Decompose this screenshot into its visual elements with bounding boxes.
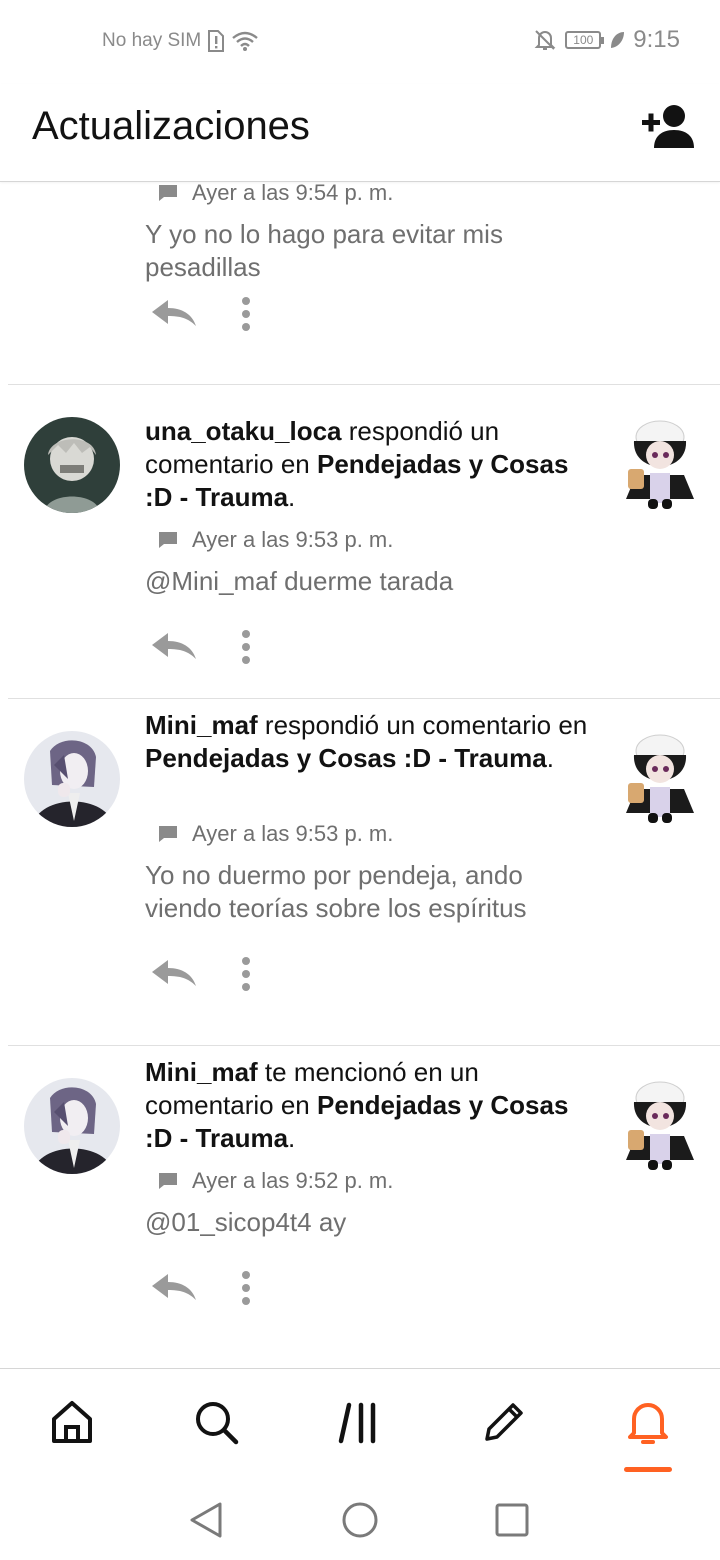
action-text: respondió un comentario en (257, 710, 588, 740)
notification-meta: Ayer a las 9:53 p. m. (158, 821, 393, 847)
notification-item[interactable]: una_otaku_loca respondió un comentario e… (0, 385, 720, 699)
notification-headline[interactable]: una_otaku_loca respondió un comentario e… (145, 415, 595, 514)
avatar[interactable] (24, 731, 120, 827)
notification-actions (150, 956, 252, 992)
search-icon[interactable] (191, 1397, 241, 1447)
bottom-tab-bar (0, 1368, 720, 1478)
reply-icon[interactable] (150, 958, 198, 990)
notification-feed[interactable]: Ayer a las 9:54 p. m. Y yo no lo hago pa… (0, 182, 720, 1368)
notification-headline[interactable]: Mini_maf te mencionó en un comentario en… (145, 1056, 595, 1155)
notification-headline[interactable]: Mini_maf respondió un comentario en Pend… (145, 709, 595, 775)
status-bar: No hay SIM 100 9:15 (0, 0, 720, 84)
story-thumbnail[interactable] (622, 1076, 698, 1172)
notification-actions (150, 1270, 252, 1306)
username-link[interactable]: una_otaku_loca (145, 416, 342, 446)
username-link[interactable]: Mini_maf (145, 1057, 258, 1087)
comment-text: Y yo no lo hago para evitar mis pesadill… (145, 219, 503, 282)
notifications-bell-icon[interactable] (623, 1397, 673, 1447)
timestamp: Ayer a las 9:53 p. m. (192, 821, 394, 846)
library-icon[interactable] (335, 1397, 385, 1447)
notification-item[interactable]: Mini_maf te mencionó en un comentario en… (0, 1046, 720, 1368)
page-title: Actualizaciones (32, 104, 310, 148)
comment-icon (159, 532, 177, 548)
system-nav-bar (0, 1478, 720, 1560)
story-link[interactable]: Pendejadas y Cosas :D - Trauma (145, 743, 547, 773)
home-icon[interactable] (47, 1397, 97, 1447)
status-right: 100 9:15 (533, 26, 680, 54)
more-options-icon[interactable] (240, 629, 252, 665)
more-options-icon[interactable] (240, 296, 252, 332)
notification-meta: Ayer a las 9:52 p. m. (158, 1168, 393, 1194)
notification-item[interactable]: Ayer a las 9:54 p. m. Y yo no lo hago pa… (0, 182, 720, 384)
notification-meta: Ayer a las 9:53 p. m. (158, 527, 393, 553)
more-options-icon[interactable] (240, 1270, 252, 1306)
more-options-icon[interactable] (240, 956, 252, 992)
story-thumbnail[interactable] (622, 415, 698, 511)
recents-square-icon[interactable] (494, 1500, 530, 1540)
clock: 9:15 (633, 26, 680, 53)
story-thumbnail[interactable] (622, 729, 698, 825)
status-left: No hay SIM (102, 30, 259, 52)
notification-meta: Ayer a las 9:54 p. m. (158, 182, 393, 206)
comment-icon (159, 1173, 177, 1189)
avatar[interactable] (24, 1078, 120, 1174)
leaf-icon (611, 32, 625, 48)
punctuation: . (288, 1123, 296, 1153)
app-bar: Actualizaciones (0, 84, 720, 182)
comment-text: @01_sicop4t4 ay (145, 1207, 347, 1237)
notification-actions (150, 296, 252, 332)
write-icon[interactable] (479, 1397, 529, 1447)
timestamp: Ayer a las 9:52 p. m. (192, 1168, 394, 1193)
carrier-text: No hay SIM (102, 30, 202, 51)
timestamp: Ayer a las 9:53 p. m. (192, 527, 394, 552)
battery-level: 100 (573, 33, 594, 47)
battery-icon: 100 (565, 31, 605, 49)
comment-text: Yo no duermo por pendeja, ando viendo te… (145, 860, 527, 923)
back-triangle-icon[interactable] (188, 1500, 224, 1540)
add-user-icon[interactable] (640, 102, 696, 152)
reply-icon[interactable] (150, 1272, 198, 1304)
comment-icon (159, 826, 177, 842)
avatar[interactable] (24, 417, 120, 513)
notification-item[interactable]: Mini_maf respondió un comentario en Pend… (0, 699, 720, 1045)
home-circle-icon[interactable] (341, 1500, 379, 1540)
comment-text: @Mini_maf duerme tarada (145, 566, 454, 596)
comment-icon (159, 185, 177, 201)
punctuation: . (546, 743, 554, 773)
active-tab-indicator (624, 1467, 672, 1472)
username-link[interactable]: Mini_maf (145, 710, 258, 740)
notification-actions (150, 629, 252, 665)
reply-icon[interactable] (150, 631, 198, 663)
bell-muted-icon (534, 30, 556, 50)
sim-alert-icon (208, 30, 225, 52)
reply-icon[interactable] (150, 298, 198, 330)
timestamp: Ayer a las 9:54 p. m. (192, 182, 394, 205)
punctuation: . (288, 482, 296, 512)
wifi-icon (232, 31, 259, 51)
